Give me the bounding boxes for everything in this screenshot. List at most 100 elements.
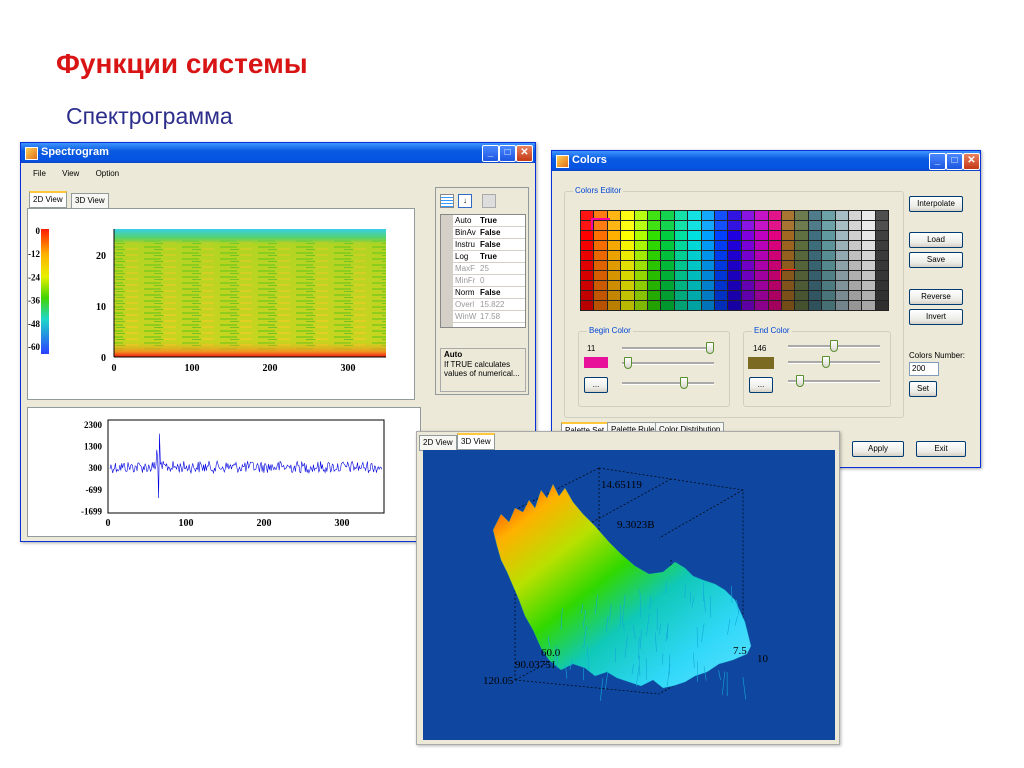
palette-cell[interactable] [794, 300, 809, 311]
palette-grid[interactable] [580, 210, 890, 311]
palette-cell[interactable] [807, 300, 823, 311]
categorized-icon[interactable] [440, 194, 454, 208]
apply-button[interactable]: Apply [852, 441, 904, 457]
palette-cell[interactable] [740, 300, 756, 311]
spectrogram-titlebar[interactable]: Spectrogram _ □ ✕ [21, 143, 535, 163]
surface-3d-plot[interactable]: 14.65119 9.3023B 60.090.03751120.05 7.5 10 [423, 450, 835, 740]
end-slider-1[interactable] [788, 340, 880, 352]
palette-cell[interactable] [620, 300, 635, 311]
colors-number-input[interactable]: 200 [909, 362, 939, 376]
property-value[interactable]: 25 [480, 263, 489, 274]
palette-cell[interactable] [647, 300, 662, 311]
palette-cell[interactable] [727, 300, 742, 311]
property-name: MaxF [455, 264, 475, 273]
reverse-button[interactable]: Reverse [909, 289, 963, 305]
tab-2d-view[interactable]: 2D View [419, 435, 457, 451]
end-color-swatch[interactable] [748, 357, 774, 369]
palette-cell[interactable] [861, 300, 876, 311]
property-value[interactable]: 0 [480, 275, 484, 286]
property-row[interactable]: WinW 17.58 [441, 311, 525, 323]
begin-color-swatch[interactable] [584, 357, 608, 368]
palette-cell[interactable] [874, 300, 890, 311]
colors-window: Colors _ □ ✕ Colors Editor Begin Color 1… [551, 150, 981, 468]
axis-value-label: 10 [757, 653, 769, 665]
property-value[interactable]: False [480, 239, 500, 250]
menu-file[interactable]: File [33, 169, 46, 178]
property-row[interactable]: MaxF 25 [441, 263, 525, 275]
palette-cell[interactable] [781, 300, 796, 311]
palette-cell[interactable] [700, 300, 715, 311]
palette-cell[interactable] [754, 300, 769, 311]
palette-cell[interactable] [767, 300, 782, 311]
colors-titlebar[interactable]: Colors _ □ ✕ [552, 151, 980, 171]
maximize-button[interactable]: □ [946, 153, 963, 170]
palette-cell[interactable] [673, 300, 689, 311]
begin-slider-2[interactable] [622, 357, 714, 369]
slider-thumb[interactable] [822, 356, 830, 368]
property-value[interactable]: True [480, 251, 497, 262]
colorbar-tick-label: 0 [36, 226, 41, 236]
close-button[interactable]: ✕ [516, 145, 533, 162]
colorbar-tick-label: -48 [28, 319, 40, 329]
palette-cell[interactable] [633, 300, 648, 311]
close-button[interactable]: ✕ [963, 153, 980, 170]
sort-az-icon[interactable]: ↓ [458, 194, 472, 208]
property-value[interactable]: False [480, 287, 500, 298]
property-value[interactable]: True [480, 215, 497, 226]
property-row[interactable]: Overl 15.822 [441, 299, 525, 311]
property-row[interactable]: Auto True [441, 215, 525, 227]
maximize-button[interactable]: □ [499, 145, 516, 162]
palette-cell[interactable] [660, 300, 675, 311]
slider-thumb[interactable] [624, 357, 632, 369]
property-pages-icon[interactable] [482, 194, 496, 208]
end-slider-2[interactable] [788, 356, 880, 368]
menu-option[interactable]: Option [96, 169, 120, 178]
save-button[interactable]: Save [909, 252, 963, 268]
tab-3d-view[interactable]: 3D View [71, 193, 109, 209]
property-grid: Auto True BinAv False Instru False Log True MaxF… [440, 214, 526, 328]
property-row[interactable]: Instru False [441, 239, 525, 251]
property-name: Overl [455, 300, 475, 309]
property-row[interactable]: BinAv False [441, 227, 525, 239]
tab-3d-view[interactable]: 3D View [457, 433, 495, 450]
palette-cell[interactable] [580, 300, 595, 311]
palette-cell[interactable] [606, 300, 622, 311]
waveform-chart: 2300 1300 300 -699 -1699 0 100 200 300 [81, 419, 385, 529]
load-button[interactable]: Load [909, 232, 963, 248]
begin-slider-3[interactable] [622, 377, 714, 389]
end-color-more-button[interactable]: ... [749, 377, 773, 393]
slider-thumb[interactable] [706, 342, 714, 354]
axis-value-label: 9.3023B [617, 519, 655, 531]
exit-button[interactable]: Exit [916, 441, 966, 457]
minimize-button[interactable]: _ [929, 153, 946, 170]
palette-cell[interactable] [593, 300, 608, 311]
palette-cell[interactable] [821, 300, 836, 311]
help-title: Auto [444, 350, 463, 359]
menu-view[interactable]: View [62, 169, 79, 178]
palette-cell[interactable] [714, 300, 729, 311]
property-value[interactable]: 17.58 [480, 311, 500, 322]
palette-cell[interactable] [687, 300, 702, 311]
property-row[interactable]: Log True [441, 251, 525, 263]
tab-2d-view[interactable]: 2D View [29, 191, 67, 208]
invert-button[interactable]: Invert [909, 309, 963, 325]
property-value[interactable]: False [480, 227, 500, 238]
slider-thumb[interactable] [796, 375, 804, 387]
slider-thumb[interactable] [830, 340, 838, 352]
y-tick-label: 20 [96, 251, 106, 262]
interpolate-button[interactable]: Interpolate [909, 196, 963, 212]
property-row[interactable]: Norm False [441, 287, 525, 299]
begin-slider-1[interactable] [622, 342, 714, 354]
property-row[interactable]: MinFr 0 [441, 275, 525, 287]
property-value[interactable]: 15.822 [480, 299, 504, 310]
begin-color-more-button[interactable]: ... [584, 377, 608, 393]
minimize-button[interactable]: _ [482, 145, 499, 162]
slider-thumb[interactable] [680, 377, 688, 389]
property-panel: ↓ Auto True BinAv False Instru False Log True Ma… [435, 187, 529, 395]
palette-cell[interactable] [848, 300, 863, 311]
palette-cell[interactable] [834, 300, 849, 311]
y-tick-label: -699 [86, 485, 103, 495]
set-button[interactable]: Set [909, 381, 937, 397]
axis-value-label: 90.03751 [515, 659, 556, 671]
end-slider-3[interactable] [788, 375, 880, 387]
